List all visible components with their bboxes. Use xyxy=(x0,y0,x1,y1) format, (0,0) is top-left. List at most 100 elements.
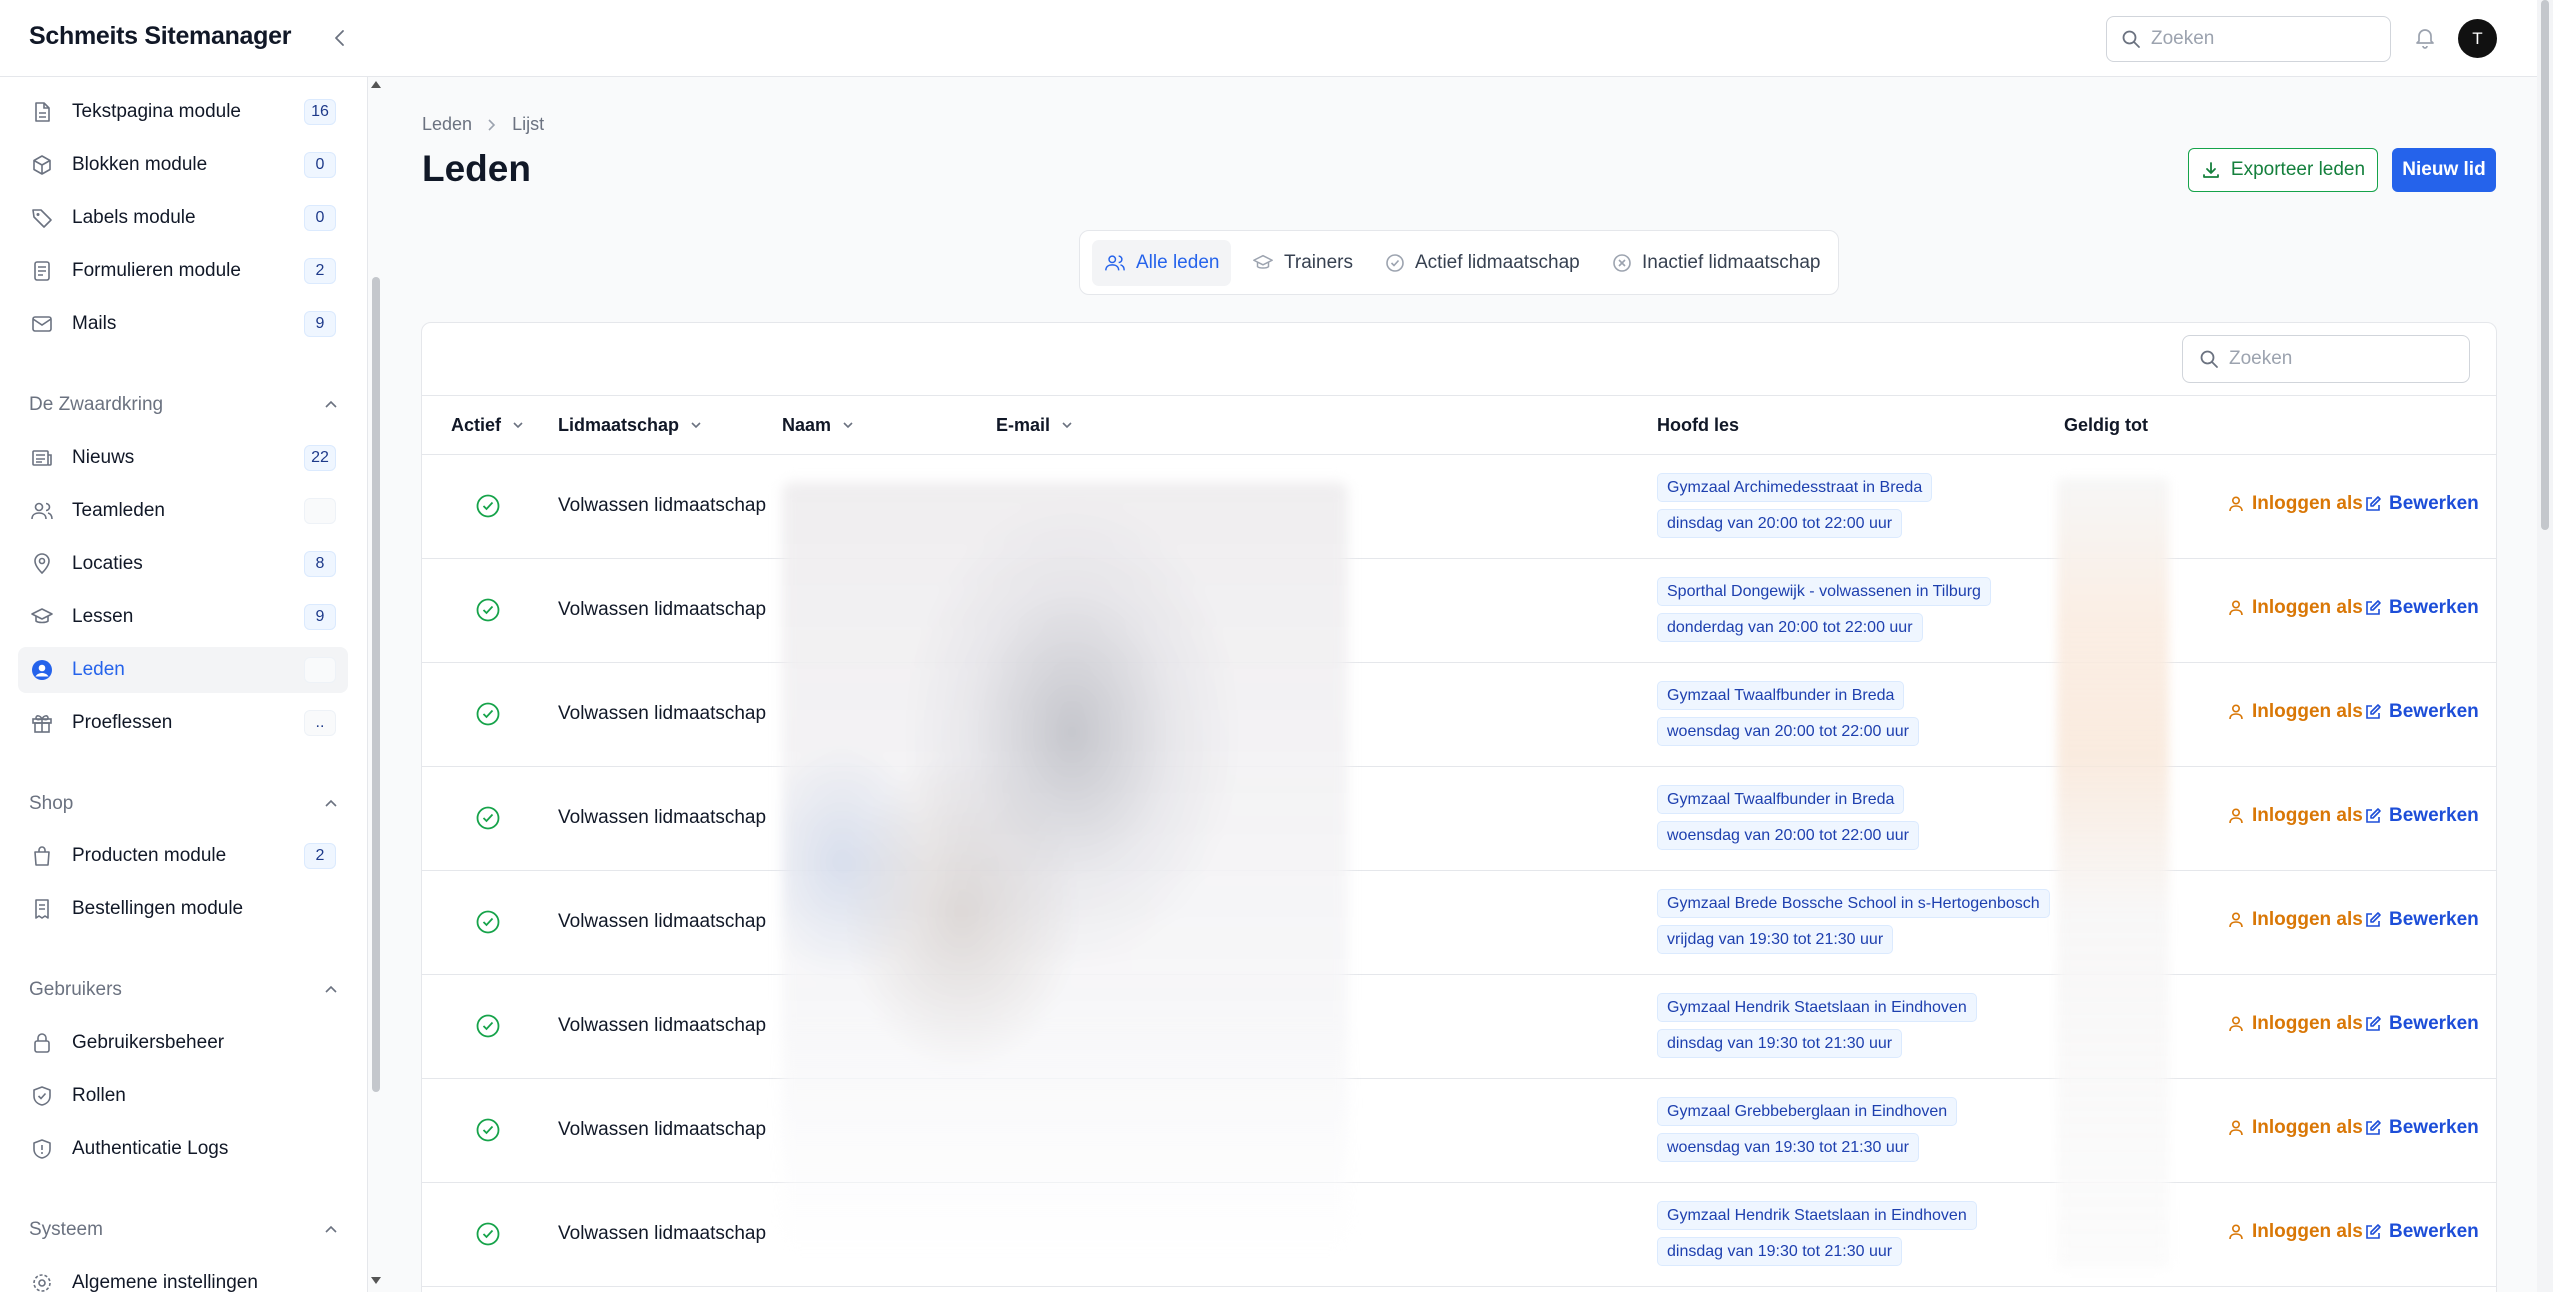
sidebar-item-rollen[interactable]: Rollen xyxy=(18,1073,348,1119)
edit-button[interactable]: Bewerken xyxy=(2364,805,2479,827)
sidebar-item-label: Mails xyxy=(72,313,117,334)
tab-label: Inactief lidmaatschap xyxy=(1642,252,1821,273)
column-label: Hoofd les xyxy=(1657,414,1740,435)
sidebar-item-gebruikersbeheer[interactable]: Gebruikersbeheer xyxy=(18,1020,348,1066)
edit-button[interactable]: Bewerken xyxy=(2364,1013,2479,1035)
graduation-cap-icon xyxy=(1253,254,1273,269)
edit-button[interactable]: Bewerken xyxy=(2364,1117,2479,1139)
count-badge: 2 xyxy=(304,258,336,284)
tab-trainers[interactable]: Trainers xyxy=(1240,240,1365,286)
edit-button[interactable]: Bewerken xyxy=(2364,909,2479,931)
sidebar-item-authenticatie-logs[interactable]: Authenticatie Logs xyxy=(18,1126,348,1172)
gift-icon xyxy=(28,709,56,737)
check-circle-icon xyxy=(476,910,500,934)
user-icon xyxy=(2229,704,2243,720)
edit-button[interactable]: Bewerken xyxy=(2364,701,2479,723)
edit-label: Bewerken xyxy=(2389,1117,2479,1138)
login-as-button[interactable]: Inloggen als xyxy=(2227,805,2363,827)
sidebar-item-lessen[interactable]: Lessen 9 xyxy=(18,594,348,640)
login-as-button[interactable]: Inloggen als xyxy=(2227,701,2363,723)
page-scroll-thumb[interactable] xyxy=(2541,0,2549,530)
sidebar-item-mails[interactable]: Mails 9 xyxy=(18,301,348,347)
page-scrollbar[interactable] xyxy=(2537,0,2553,1292)
group-header-gebruikers[interactable]: Gebruikers xyxy=(29,975,339,1005)
edit-label: Bewerken xyxy=(2389,1013,2479,1034)
table-row: Volwassen lidmaatschap Gymzaal Hendrik S… xyxy=(422,1183,2496,1287)
sidebar-item-blokken[interactable]: Blokken module 0 xyxy=(18,142,348,188)
sidebar-item-locaties[interactable]: Locaties 8 xyxy=(18,541,348,587)
sidebar-item-teamleden[interactable]: Teamleden xyxy=(18,488,348,534)
login-as-button[interactable]: Inloggen als xyxy=(2227,1221,2363,1243)
app-title: Schmeits Sitemanager xyxy=(29,22,292,50)
tab-actief-lidmaatschap[interactable]: Actief lidmaatschap xyxy=(1373,240,1592,286)
new-member-button[interactable]: Nieuw lid xyxy=(2392,148,2496,192)
scroll-up-arrow-icon[interactable] xyxy=(371,81,381,88)
sidebar-item-leden[interactable]: Leden xyxy=(18,647,348,693)
login-as-button[interactable]: Inloggen als xyxy=(2227,493,2363,515)
login-as-button[interactable]: Inloggen als xyxy=(2227,909,2363,931)
count-badge: 8 xyxy=(304,551,336,577)
lesson-time-badge: dinsdag van 19:30 tot 21:30 uur xyxy=(1657,1237,1903,1266)
edit-button[interactable]: Bewerken xyxy=(2364,597,2479,619)
sidebar-scroll-thumb[interactable] xyxy=(372,277,380,1092)
tab-inactief-lidmaatschap[interactable]: Inactief lidmaatschap xyxy=(1600,240,1833,286)
page-title: Leden xyxy=(422,148,531,189)
chevron-up-icon xyxy=(325,799,337,807)
login-as-button[interactable]: Inloggen als xyxy=(2227,1013,2363,1035)
sidebar-item-label: Gebruikersbeheer xyxy=(72,1032,225,1053)
sidebar-item-nieuws[interactable]: Nieuws 22 xyxy=(18,435,348,481)
group-header-systeem[interactable]: Systeem xyxy=(29,1215,339,1245)
count-badge xyxy=(304,657,336,683)
scroll-down-arrow-icon[interactable] xyxy=(371,1277,381,1284)
column-label: Geldig tot xyxy=(2064,414,2148,435)
edit-button[interactable]: Bewerken xyxy=(2364,493,2479,515)
sidebar-item-tekstpagina[interactable]: Tekstpagina module 16 xyxy=(18,89,348,135)
user-avatar[interactable]: T xyxy=(2458,19,2497,58)
collapse-sidebar-button[interactable] xyxy=(322,20,358,56)
global-search[interactable] xyxy=(2106,16,2391,62)
sidebar-item-labels[interactable]: Labels module 0 xyxy=(18,195,348,241)
column-header-actief[interactable]: Actief xyxy=(451,396,525,454)
global-search-input[interactable] xyxy=(2151,28,2371,50)
group-header-shop[interactable]: Shop xyxy=(29,789,339,819)
user-icon xyxy=(2229,808,2243,824)
table-search[interactable] xyxy=(2182,335,2470,383)
sidebar-item-algemene-instellingen[interactable]: Algemene instellingen xyxy=(18,1260,348,1292)
column-header-email[interactable]: E-mail xyxy=(996,396,1074,454)
edit-button[interactable]: Bewerken xyxy=(2364,1221,2479,1243)
lesson-location-badge: Gymzaal Archimedesstraat in Breda xyxy=(1657,473,1933,502)
chevron-right-icon xyxy=(486,118,498,132)
sidebar-item-proeflessen[interactable]: Proeflessen .. xyxy=(18,700,348,746)
chevron-down-icon xyxy=(691,422,701,429)
chevron-left-icon xyxy=(335,30,344,46)
sidebar-item-formulieren[interactable]: Formulieren module 2 xyxy=(18,248,348,294)
login-as-button[interactable]: Inloggen als xyxy=(2227,1117,2363,1139)
chevron-down-icon xyxy=(1062,422,1072,429)
table-search-input[interactable] xyxy=(2229,348,2449,370)
sidebar-item-producten[interactable]: Producten module 2 xyxy=(18,833,348,879)
check-circle-icon xyxy=(476,1118,500,1142)
table-row: Volwassen lidmaatschap Gymzaal Archimede… xyxy=(422,455,2496,559)
notifications-button[interactable] xyxy=(2408,21,2442,55)
sidebar-item-label: Leden xyxy=(72,659,125,680)
column-label: Naam xyxy=(782,414,832,435)
check-circle-icon xyxy=(1386,254,1404,272)
group-header-zwaardkring[interactable]: De Zwaardkring xyxy=(29,390,339,420)
count-badge: 0 xyxy=(304,152,336,178)
column-header-lidmaatschap[interactable]: Lidmaatschap xyxy=(558,396,703,454)
edit-label: Bewerken xyxy=(2389,493,2479,514)
membership-cell: Volwassen lidmaatschap xyxy=(558,1223,767,1244)
lesson-time-badge: woensdag van 20:00 tot 22:00 uur xyxy=(1657,821,1919,850)
shopping-bag-icon xyxy=(28,842,56,870)
count-badge: 22 xyxy=(304,445,336,471)
column-header-naam[interactable]: Naam xyxy=(782,396,855,454)
tab-alle-leden[interactable]: Alle leden xyxy=(1092,240,1232,286)
sidebar-scrollbar[interactable] xyxy=(368,77,384,1292)
login-as-button[interactable]: Inloggen als xyxy=(2227,597,2363,619)
breadcrumb-link-leden[interactable]: Leden xyxy=(422,114,472,135)
lesson-time-badge: dinsdag van 20:00 tot 22:00 uur xyxy=(1657,509,1903,538)
export-members-button[interactable]: Exporteer leden xyxy=(2188,148,2378,192)
lesson-location-badge: Gymzaal Grebbeberglaan in Eindhoven xyxy=(1657,1097,1958,1126)
sidebar-item-label: Algemene instellingen xyxy=(72,1272,258,1292)
sidebar-item-bestellingen[interactable]: Bestellingen module xyxy=(18,886,348,932)
